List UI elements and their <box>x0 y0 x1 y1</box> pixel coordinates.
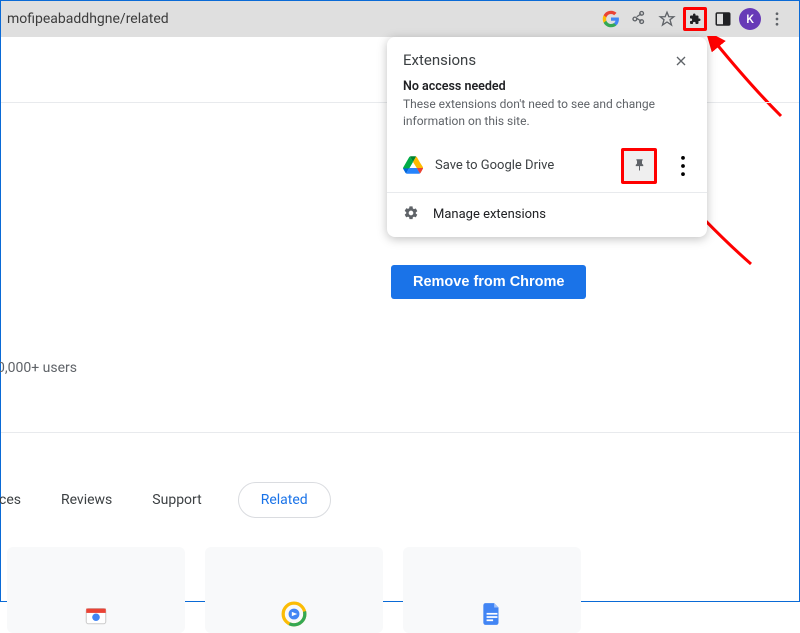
side-panel-icon[interactable] <box>711 7 735 31</box>
address-bar: mofipeabaddhgne/related K <box>1 1 799 37</box>
url-text: mofipeabaddhgne/related <box>1 11 595 27</box>
extension-more-icon[interactable] <box>669 152 697 180</box>
tab-reviews[interactable]: Reviews <box>57 492 116 508</box>
tab-related[interactable]: Related <box>238 482 331 518</box>
extension-name: Save to Google Drive <box>435 158 609 173</box>
related-card[interactable] <box>7 547 185 633</box>
tabs: tices Reviews Support Related <box>1 482 331 518</box>
manage-label: Manage extensions <box>433 207 546 222</box>
gear-icon <box>403 205 419 225</box>
google-docs-icon <box>479 601 505 627</box>
app-icon <box>281 601 307 627</box>
extensions-icon[interactable] <box>683 7 707 31</box>
section-title: No access needed <box>403 79 691 94</box>
pin-button[interactable] <box>621 148 657 184</box>
tab-practices[interactable]: tices <box>0 492 25 508</box>
chrome-menu-icon[interactable] <box>765 7 789 31</box>
section-description: These extensions don't need to see and c… <box>403 96 691 130</box>
popup-title: Extensions <box>403 51 691 69</box>
share-icon[interactable] <box>627 7 651 31</box>
manage-extensions-button[interactable]: Manage extensions <box>387 193 707 237</box>
google-icon[interactable] <box>599 7 623 31</box>
related-card[interactable] <box>403 547 581 633</box>
related-card[interactable] <box>205 547 383 633</box>
profile-avatar[interactable]: K <box>739 8 761 30</box>
divider <box>1 432 799 433</box>
users-count: 0,000+ users <box>0 360 77 376</box>
extension-item[interactable]: Save to Google Drive <box>387 140 707 192</box>
star-icon[interactable] <box>655 7 679 31</box>
google-drive-icon <box>403 156 423 176</box>
extensions-popup: Extensions No access needed These extens… <box>387 37 707 237</box>
close-button[interactable] <box>667 47 695 75</box>
chrome-webstore-icon <box>83 601 109 627</box>
remove-from-chrome-button[interactable]: Remove from Chrome <box>391 265 586 299</box>
tab-support[interactable]: Support <box>148 492 205 508</box>
